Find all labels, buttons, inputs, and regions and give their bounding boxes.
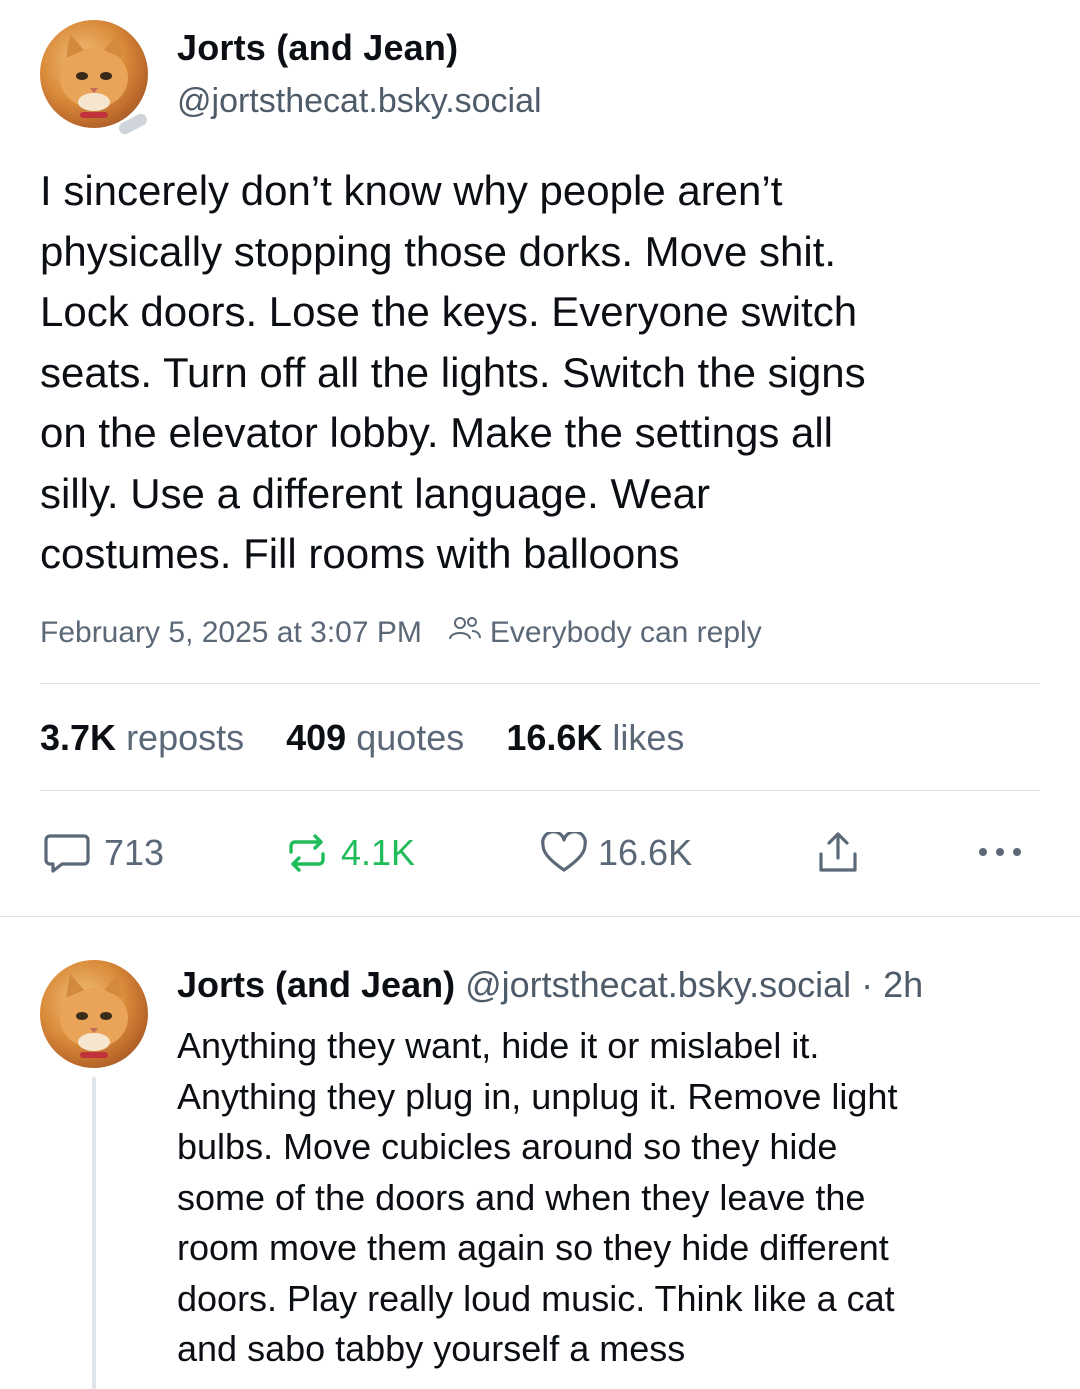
like-button[interactable]: 16.6K: [540, 832, 692, 874]
reply-text: Anything they want, hide it or mislabel …: [177, 1021, 1057, 1375]
reply-setting[interactable]: Everybody can reply: [490, 616, 762, 650]
divider: [0, 916, 1080, 917]
reply-author-name[interactable]: Jorts (and Jean): [177, 964, 455, 1005]
reply-age[interactable]: 2h: [883, 964, 923, 1005]
like-count: 16.6K: [598, 832, 693, 873]
reply-text-line: some of the doors and when they leave th…: [177, 1176, 866, 1218]
repost-button[interactable]: 4.1K: [283, 832, 415, 874]
likes-count: 16.6K: [506, 717, 603, 758]
reply-author-avatar[interactable]: [40, 960, 148, 1068]
thread-line: [92, 1077, 96, 1389]
reply-text-line: Anything they plug in, unplug it. Remove…: [177, 1075, 898, 1117]
repost-count: 4.1K: [341, 832, 416, 873]
share-icon: [815, 830, 861, 876]
cat-avatar-icon: [60, 974, 128, 1058]
reply-separator: ·: [861, 964, 874, 1005]
divider: [40, 683, 1040, 684]
cat-avatar-icon: [60, 34, 128, 118]
post-text-line: silly. Use a different language. Wear: [40, 469, 711, 517]
post-text-line: costumes. Fill rooms with balloons: [40, 530, 680, 577]
reply-author-handle[interactable]: @jortsthecat.bsky.social: [465, 964, 851, 1005]
reply-header: Jorts (and Jean) @jortsthecat.bsky.socia…: [177, 964, 923, 1006]
ellipsis-icon: [976, 845, 1024, 859]
post-text-line: on the elevator lobby. Make the settings…: [40, 409, 834, 456]
reposts-stat[interactable]: 3.7K reposts: [40, 717, 244, 759]
post-timestamp[interactable]: February 5, 2025 at 3:07 PM: [40, 616, 422, 650]
share-button[interactable]: [815, 830, 861, 876]
quotes-stat[interactable]: 409 quotes: [286, 717, 464, 759]
post-text-line: I sincerely don’t know why people aren’t: [40, 167, 783, 214]
post-text-line: seats. Turn off all the lights. Switch t…: [40, 348, 866, 396]
quotes-label: quotes: [356, 717, 465, 758]
divider: [40, 790, 1040, 791]
post-meta: February 5, 2025 at 3:07 PM Everybody ca…: [40, 614, 762, 652]
author-handle[interactable]: @jortsthecat.bsky.social: [177, 82, 542, 121]
author-avatar[interactable]: [40, 20, 148, 128]
heart-icon: [540, 832, 588, 874]
people-icon: [448, 614, 482, 652]
post-text-line: physically stopping those dorks. Move sh…: [40, 227, 837, 275]
reply-count: 713: [104, 832, 165, 873]
quotes-count: 409: [286, 717, 347, 758]
reposts-count: 3.7K: [40, 717, 117, 758]
reply-icon: [44, 832, 92, 874]
likes-stat[interactable]: 16.6K likes: [506, 717, 684, 759]
reply-button[interactable]: 713: [44, 832, 164, 874]
likes-label: likes: [612, 717, 685, 758]
more-options-button[interactable]: [976, 845, 1024, 859]
reposts-label: reposts: [126, 717, 245, 758]
reply-text-line: and sabo tabby yourself a mess: [177, 1328, 686, 1369]
post-text-line: Lock doors. Lose the keys. Everyone swit…: [40, 288, 858, 335]
repost-icon: [283, 832, 331, 874]
reply-text-line: Anything they want, hide it or mislabel …: [177, 1025, 820, 1066]
reply-text-line: room move them again so they hide differ…: [177, 1227, 889, 1268]
reply-text-line: doors. Play really loud music. Think lik…: [177, 1277, 895, 1319]
author-name[interactable]: Jorts (and Jean): [177, 27, 458, 69]
reply-text-line: bulbs. Move cubicles around so they hide: [177, 1126, 838, 1167]
engagement-stats: 3.7K reposts 409 quotes 16.6K likes: [40, 717, 684, 759]
post-text: I sincerely don’t know why people aren’t…: [40, 161, 1050, 585]
